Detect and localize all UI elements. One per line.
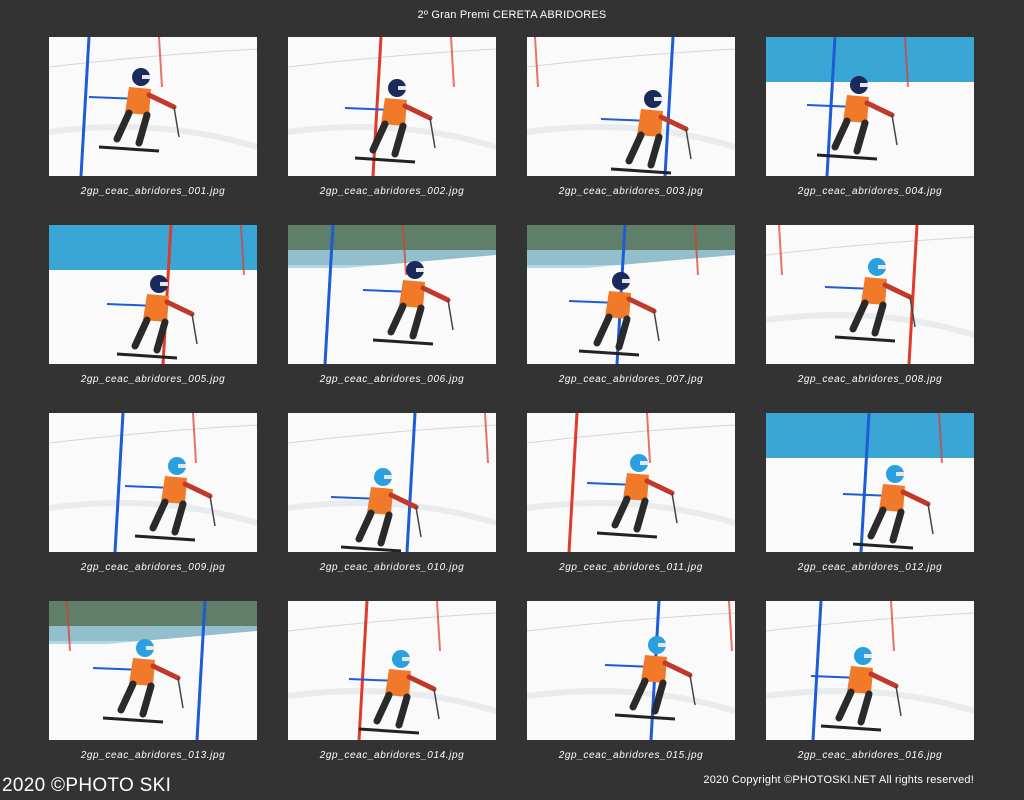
photo-thumbnail[interactable] bbox=[527, 413, 735, 552]
photo-cell[interactable]: 2gp_ceac_abridores_008.jpg bbox=[766, 225, 974, 413]
ski-photo-image bbox=[49, 37, 257, 176]
ski-photo-image bbox=[288, 225, 496, 364]
photo-filename: 2gp_ceac_abridores_011.jpg bbox=[559, 562, 703, 573]
photo-thumbnail[interactable] bbox=[49, 225, 257, 364]
photo-cell[interactable]: 2gp_ceac_abridores_010.jpg bbox=[288, 413, 496, 601]
photo-filename: 2gp_ceac_abridores_010.jpg bbox=[319, 562, 465, 573]
ski-photo-image bbox=[527, 601, 735, 740]
photo-thumbnail[interactable] bbox=[766, 601, 974, 740]
photo-cell[interactable]: 2gp_ceac_abridores_003.jpg bbox=[527, 37, 735, 225]
photo-filename: 2gp_ceac_abridores_001.jpg bbox=[80, 186, 226, 197]
ski-photo-image bbox=[766, 413, 974, 552]
photo-filename: 2gp_ceac_abridores_003.jpg bbox=[558, 186, 704, 197]
photo-filename: 2gp_ceac_abridores_012.jpg bbox=[797, 562, 943, 573]
ski-photo-image bbox=[766, 225, 974, 364]
ski-photo-image bbox=[49, 225, 257, 364]
photo-filename: 2gp_ceac_abridores_006.jpg bbox=[319, 374, 465, 385]
photo-filename: 2gp_ceac_abridores_007.jpg bbox=[558, 374, 704, 385]
photo-thumbnail[interactable] bbox=[49, 413, 257, 552]
photo-thumbnail[interactable] bbox=[766, 413, 974, 552]
photo-filename: 2gp_ceac_abridores_015.jpg bbox=[558, 750, 704, 761]
photo-filename: 2gp_ceac_abridores_016.jpg bbox=[797, 750, 943, 761]
photo-cell[interactable]: 2gp_ceac_abridores_012.jpg bbox=[766, 413, 974, 601]
photo-thumbnail[interactable] bbox=[288, 601, 496, 740]
photo-cell[interactable]: 2gp_ceac_abridores_002.jpg bbox=[288, 37, 496, 225]
photo-filename: 2gp_ceac_abridores_008.jpg bbox=[797, 374, 943, 385]
photo-thumbnail[interactable] bbox=[766, 225, 974, 364]
ski-photo-image bbox=[288, 37, 496, 176]
photo-cell[interactable]: 2gp_ceac_abridores_013.jpg bbox=[49, 601, 257, 789]
ski-photo-image bbox=[288, 413, 496, 552]
photo-cell[interactable]: 2gp_ceac_abridores_015.jpg bbox=[527, 601, 735, 789]
ski-photo-image bbox=[527, 225, 735, 364]
photo-filename: 2gp_ceac_abridores_004.jpg bbox=[797, 186, 943, 197]
photo-thumbnail[interactable] bbox=[49, 601, 257, 740]
ski-photo-image bbox=[288, 601, 496, 740]
photo-filename: 2gp_ceac_abridores_005.jpg bbox=[80, 374, 226, 385]
watermark-text: 2020 ©PHOTO SKI bbox=[2, 775, 172, 796]
copyright-notice: 2020 Copyright ©PHOTOSKI.NET All rights … bbox=[703, 774, 974, 786]
photo-thumbnail[interactable] bbox=[766, 37, 974, 176]
photo-thumbnail[interactable] bbox=[288, 225, 496, 364]
photo-cell[interactable]: 2gp_ceac_abridores_014.jpg bbox=[288, 601, 496, 789]
photo-cell[interactable]: 2gp_ceac_abridores_004.jpg bbox=[766, 37, 974, 225]
photo-filename: 2gp_ceac_abridores_002.jpg bbox=[319, 186, 465, 197]
ski-photo-image bbox=[527, 413, 735, 552]
photo-thumbnail[interactable] bbox=[288, 37, 496, 176]
photo-filename: 2gp_ceac_abridores_009.jpg bbox=[80, 562, 226, 573]
photo-filename: 2gp_ceac_abridores_014.jpg bbox=[319, 750, 465, 761]
photo-cell[interactable]: 2gp_ceac_abridores_005.jpg bbox=[49, 225, 257, 413]
photo-thumbnail[interactable] bbox=[49, 37, 257, 176]
page-title: 2º Gran Premi CERETA ABRIDORES bbox=[417, 9, 607, 21]
photo-filename: 2gp_ceac_abridores_013.jpg bbox=[80, 750, 226, 761]
photo-cell[interactable]: 2gp_ceac_abridores_006.jpg bbox=[288, 225, 496, 413]
ski-photo-image bbox=[49, 413, 257, 552]
photo-cell[interactable]: 2gp_ceac_abridores_011.jpg bbox=[527, 413, 735, 601]
photo-thumbnail[interactable] bbox=[527, 37, 735, 176]
contact-sheet-grid: 2gp_ceac_abridores_001.jpg 2gp_ceac_abri… bbox=[49, 37, 974, 789]
photo-cell[interactable]: 2gp_ceac_abridores_009.jpg bbox=[49, 413, 257, 601]
photo-cell[interactable]: 2gp_ceac_abridores_001.jpg bbox=[49, 37, 257, 225]
ski-photo-image bbox=[766, 37, 974, 176]
photo-thumbnail[interactable] bbox=[527, 225, 735, 364]
ski-photo-image bbox=[527, 37, 735, 176]
photo-thumbnail[interactable] bbox=[288, 413, 496, 552]
ski-photo-image bbox=[766, 601, 974, 740]
photo-cell[interactable]: 2gp_ceac_abridores_016.jpg bbox=[766, 601, 974, 789]
photo-cell[interactable]: 2gp_ceac_abridores_007.jpg bbox=[527, 225, 735, 413]
ski-photo-image bbox=[49, 601, 257, 740]
photo-thumbnail[interactable] bbox=[527, 601, 735, 740]
